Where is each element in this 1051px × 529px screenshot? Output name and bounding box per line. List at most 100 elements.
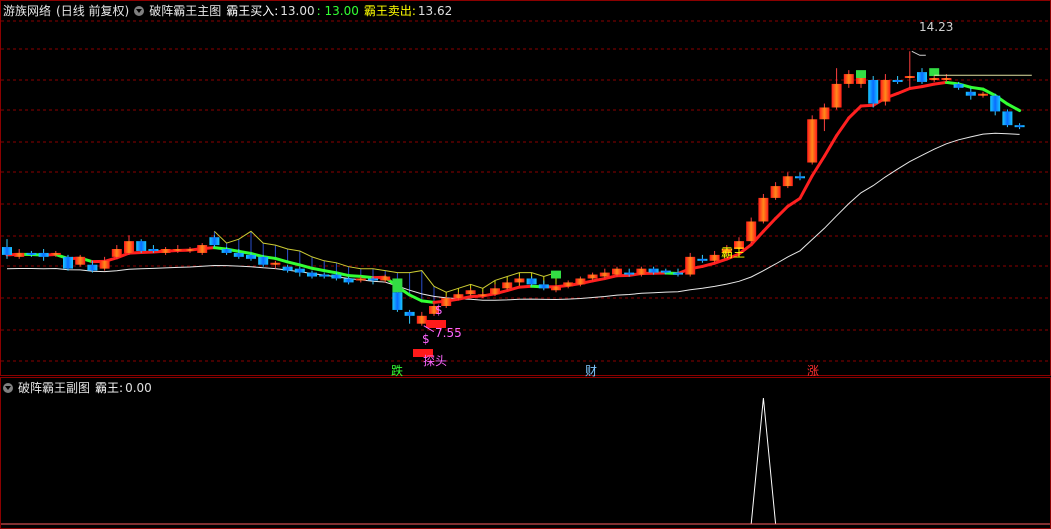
candle-body-28	[343, 278, 354, 283]
high-pointer	[911, 50, 926, 56]
fast-ma-seg-49	[591, 277, 607, 283]
candle-body-73	[892, 79, 903, 82]
fast-ma-seg-30	[359, 274, 375, 280]
candle-body-63	[770, 186, 781, 198]
candle-body-16	[197, 245, 208, 253]
candle-body-38	[465, 290, 476, 295]
candle-body-55	[673, 272, 683, 275]
candle-body-39	[477, 294, 488, 297]
candle-body-44	[538, 284, 549, 289]
fast-ma-seg-78	[944, 80, 961, 86]
candle-body-45	[551, 286, 561, 291]
candle-body-75	[917, 72, 927, 82]
candle-body-14	[172, 249, 183, 251]
candle-body-2	[26, 252, 37, 255]
low-price-label: 7.55	[435, 326, 462, 340]
candle-body-40	[490, 288, 500, 295]
sell-label: 霸王卖出:	[363, 4, 416, 18]
fast-ma-seg-27	[322, 269, 338, 275]
candle-body-17	[209, 237, 220, 246]
signal-label: 霸王	[721, 246, 746, 260]
fast-ma-seg-18	[212, 246, 229, 251]
candle-body-36	[441, 298, 452, 306]
fast-ma-seg-35	[420, 299, 436, 304]
collapse-triangle-icon[interactable]	[3, 383, 13, 393]
candle-body-22	[270, 262, 281, 265]
fast-ma-seg-65	[786, 196, 802, 208]
candle-body-81	[990, 95, 1001, 112]
candle-body-54	[660, 270, 671, 273]
candle-body-7	[87, 264, 98, 271]
candle-body-32	[392, 292, 403, 310]
candle-body-6	[75, 256, 86, 265]
candle-body-24	[294, 268, 305, 273]
candle-body-8	[99, 260, 110, 269]
fast-ma-seg-29	[347, 274, 363, 278]
candle-body-31	[380, 276, 391, 281]
candle-body-62	[758, 197, 769, 222]
candle-body-34	[416, 315, 427, 324]
marker-up: 涨	[807, 364, 820, 378]
fast-ma-seg-26	[310, 266, 326, 273]
sub-chart-header: 破阵霸王副图 霸王: 0.00	[3, 380, 157, 396]
candle-body-3	[38, 252, 49, 257]
candle-body-80	[978, 93, 988, 96]
fast-ma-seg-77	[932, 80, 948, 86]
candle-body-74	[904, 76, 915, 79]
candle-body-64	[782, 176, 793, 187]
fast-ma-seg-24	[286, 260, 302, 267]
candle-body-13	[160, 249, 171, 253]
period-label: (日线 前复权)	[56, 4, 130, 18]
candle-body-72	[880, 79, 891, 102]
candle-body-11	[136, 241, 147, 251]
collapse-triangle-icon[interactable]	[134, 6, 145, 16]
fast-ma-seg-64	[774, 204, 790, 220]
fast-ma-seg-76	[920, 82, 936, 89]
fast-ma-seg-71	[859, 103, 875, 108]
candle-body-68	[831, 83, 842, 108]
candle-body-42	[514, 278, 525, 283]
marker-down: 跌	[391, 364, 404, 378]
candle-body-48	[587, 274, 598, 279]
buy-value: 13.00	[280, 4, 315, 18]
buy-value-2: : 13.00	[316, 4, 359, 18]
candle-body-1	[14, 252, 25, 257]
candle-body-82	[1002, 111, 1013, 126]
candle-body-15	[185, 249, 195, 251]
sub-series-line	[7, 397, 1044, 525]
sub-chart-panel[interactable]: 破阵霸王副图 霸王: 0.00	[0, 377, 1051, 529]
main-chart-panel[interactable]: 游族网络 (日线 前复权) 破阵霸王主图 霸王买入: 13.00: 13.00 霸王卖出:…	[0, 0, 1051, 378]
sub-chart-svg[interactable]	[1, 378, 1050, 528]
candle-body-71	[868, 79, 879, 104]
green-signal-box	[392, 278, 403, 293]
fast-ma-seg-69	[835, 116, 851, 138]
candle-body-12	[148, 249, 159, 251]
candle-body-50	[612, 268, 622, 275]
sub-indicator-title: 破阵霸王副图	[18, 381, 91, 395]
candle-body-56	[685, 256, 696, 275]
high-price-label: 14.23	[919, 20, 954, 34]
candle-body-47	[575, 278, 586, 285]
dollar-marker-2: $	[422, 332, 430, 346]
green-signal-box-2	[551, 270, 561, 279]
candle-body-69	[843, 74, 854, 84]
candle-body-49	[599, 272, 610, 277]
candle-body-57	[697, 258, 708, 261]
candle-body-83	[1014, 125, 1025, 128]
marker-money: 财	[585, 364, 598, 378]
candle-body-76	[929, 78, 940, 80]
candle-body-53	[648, 268, 659, 273]
sub-value-label: 霸王:	[95, 381, 124, 395]
candle-body-10	[124, 241, 134, 253]
indicator-title: 破阵霸王主图	[149, 4, 222, 18]
candle-body-27	[331, 274, 342, 279]
candle-body-37	[453, 294, 464, 299]
fast-ma-seg-66	[798, 174, 814, 200]
main-chart-svg[interactable]	[1, 1, 1050, 375]
stock-name: 游族网络	[3, 4, 52, 18]
candle-body-26	[319, 274, 330, 277]
slow-ma-line	[6, 132, 1020, 301]
candle-body-33	[404, 311, 415, 316]
fast-ma-seg-25	[298, 263, 314, 270]
fast-ma-seg-68	[822, 134, 839, 158]
